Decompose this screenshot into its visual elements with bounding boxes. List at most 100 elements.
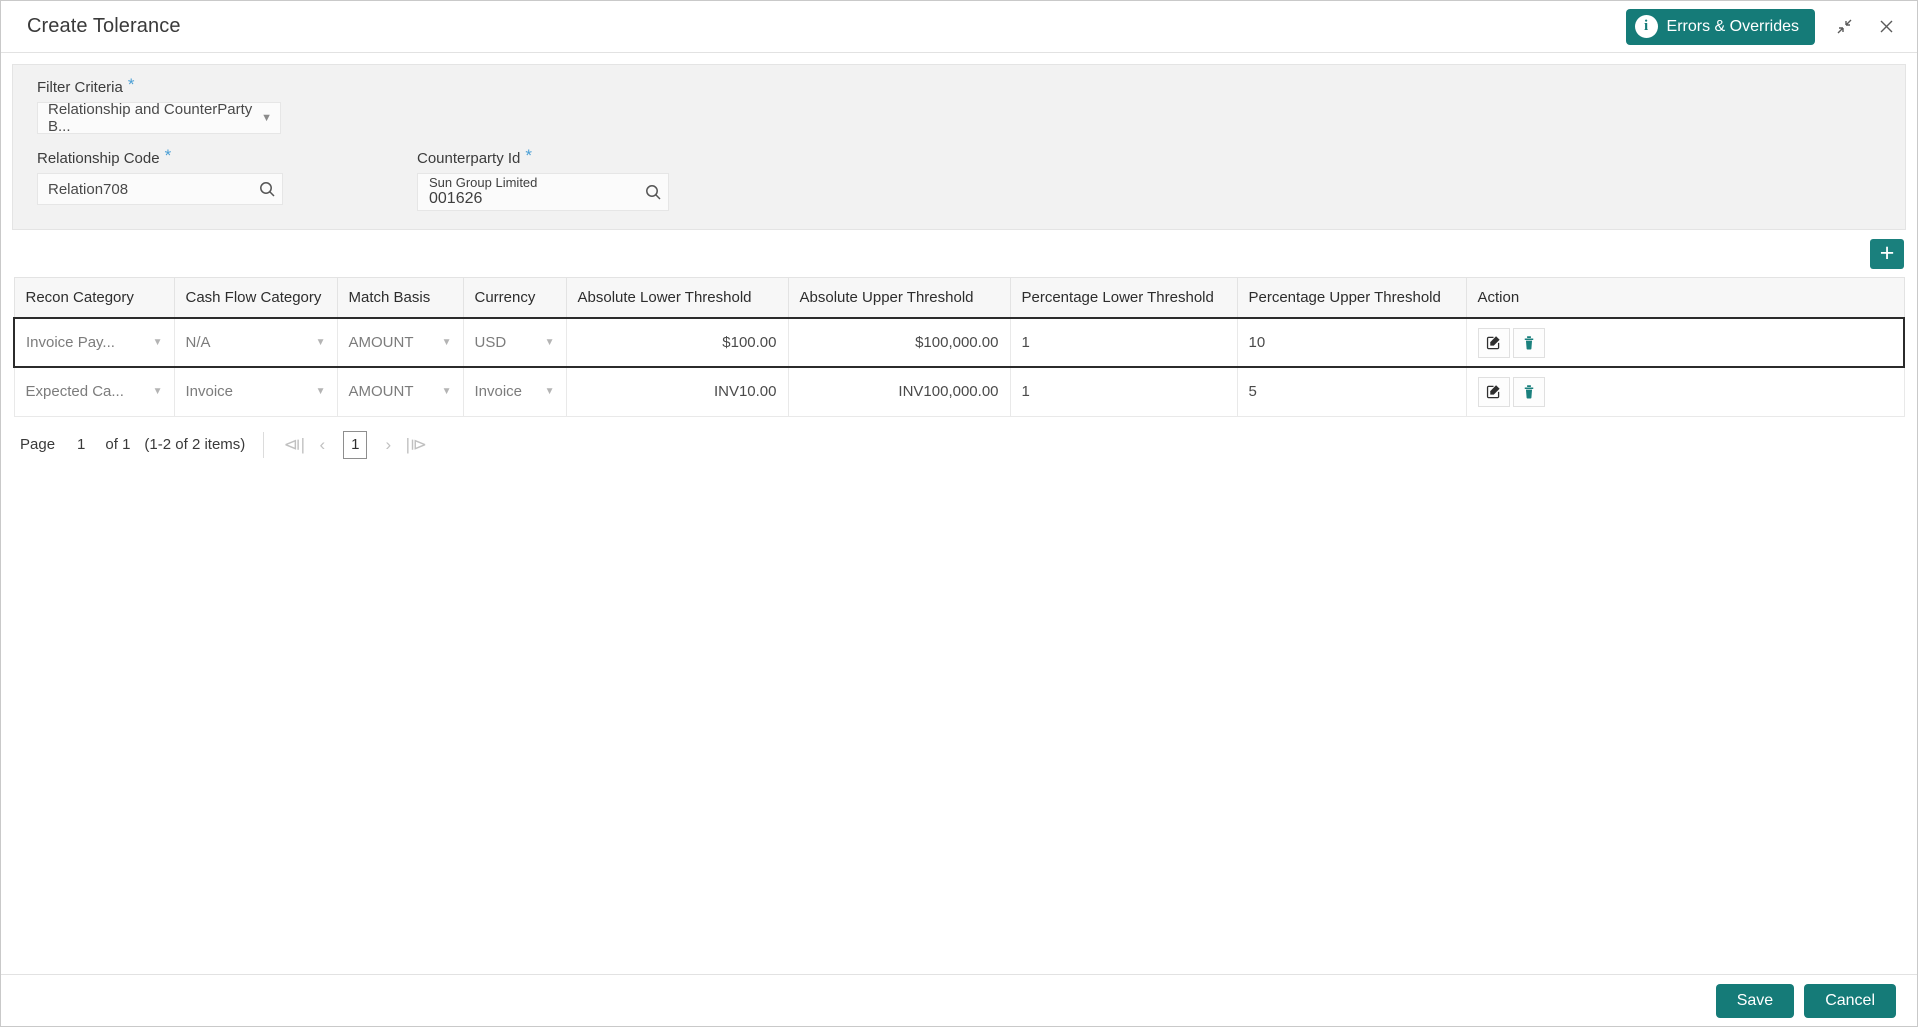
cell-currency[interactable]: USD ▼: [463, 317, 567, 368]
cell-action: [1466, 317, 1905, 368]
cell-recon-category[interactable]: Invoice Pay... ▼: [13, 317, 175, 368]
cell-match-basis[interactable]: AMOUNT ▼: [337, 366, 464, 417]
delete-row-button[interactable]: [1512, 327, 1545, 358]
counterparty-name: Sun Group Limited: [429, 175, 538, 191]
pagination-divider: [263, 431, 265, 458]
collapse-icon[interactable]: [1831, 14, 1857, 40]
chevron-down-icon: ▼: [315, 386, 326, 398]
search-icon[interactable]: [258, 180, 276, 198]
counterparty-id-value: 001626: [429, 189, 483, 207]
required-asterisk: *: [164, 146, 172, 165]
cancel-button[interactable]: Cancel: [1804, 983, 1896, 1018]
cell-currency[interactable]: Invoice ▼: [463, 366, 567, 417]
dialog-footer: Save Cancel: [1, 974, 1917, 1026]
first-page-button[interactable]: ⧏|: [280, 431, 308, 459]
cash-flow-category-value: N/A: [185, 334, 211, 351]
previous-page-button[interactable]: ‹: [308, 431, 336, 459]
col-percentage-upper-threshold: Percentage Upper Threshold: [1237, 277, 1467, 319]
filter-criteria-select[interactable]: Relationship and CounterParty B... ▼: [37, 101, 281, 135]
cell-cash-flow-category[interactable]: Invoice ▼: [174, 366, 338, 417]
match-basis-select[interactable]: AMOUNT ▼: [349, 319, 452, 366]
pagination: Page 1 of 1 (1-2 of 2 items) ⧏| ‹ 1 › |⧐: [1, 417, 1917, 459]
cell-absolute-upper-threshold[interactable]: INV100,000.00: [788, 366, 1011, 417]
filter-criteria-panel: Filter Criteria * Relationship and Count…: [12, 64, 1906, 230]
table-row[interactable]: Expected Ca... ▼ Invoice ▼ AMOUNT ▼ Invo…: [13, 366, 1905, 417]
required-asterisk: *: [525, 146, 533, 165]
cell-percentage-upper-threshold[interactable]: 5: [1237, 366, 1467, 417]
cell-absolute-lower-threshold[interactable]: INV10.00: [566, 366, 789, 417]
cash-flow-category-select[interactable]: Invoice ▼: [186, 368, 326, 416]
page-title: Create Tolerance: [27, 15, 181, 37]
counterparty-id-input[interactable]: Sun Group Limited 001626: [417, 173, 669, 211]
filter-criteria-value: Relationship and CounterParty B...: [48, 101, 253, 135]
chevron-down-icon: ▼: [152, 386, 163, 398]
currency-value: Invoice: [474, 383, 523, 401]
cell-absolute-upper-threshold[interactable]: $100,000.00: [788, 317, 1011, 368]
save-button[interactable]: Save: [1715, 983, 1795, 1018]
recon-category-value: Expected Ca...: [25, 383, 124, 401]
titlebar-actions: i Errors & Overrides: [1625, 8, 1899, 45]
edit-row-button[interactable]: [1477, 376, 1510, 407]
add-row-button[interactable]: +: [1870, 239, 1904, 269]
grid-toolbar: +: [1, 230, 1917, 277]
filter-criteria-label: Filter Criteria *: [37, 76, 1905, 96]
next-page-button[interactable]: ›: [374, 431, 402, 459]
cell-action: [1466, 366, 1905, 417]
match-basis-value: AMOUNT: [348, 383, 414, 401]
recon-category-select[interactable]: Expected Ca... ▼: [26, 368, 163, 416]
cell-absolute-lower-threshold[interactable]: $100.00: [566, 317, 789, 368]
recon-category-select[interactable]: Invoice Pay... ▼: [26, 319, 163, 366]
cash-flow-category-select[interactable]: N/A ▼: [186, 319, 326, 366]
edit-row-button[interactable]: [1477, 327, 1510, 358]
filter-fields-row: Relationship Code * Relation708 Counterp…: [37, 146, 1905, 211]
chevron-down-icon: ▼: [152, 337, 163, 348]
cell-percentage-upper-threshold[interactable]: 10: [1237, 317, 1467, 368]
relationship-code-label-text: Relationship Code: [37, 150, 160, 167]
counterparty-id-field: Counterparty Id * Sun Group Limited 0016…: [417, 146, 817, 211]
delete-row-button[interactable]: [1512, 376, 1545, 407]
cell-percentage-lower-threshold[interactable]: 1: [1010, 317, 1238, 368]
col-action: Action: [1466, 277, 1905, 319]
current-page-button[interactable]: 1: [343, 430, 368, 459]
relationship-code-input[interactable]: Relation708: [37, 173, 283, 205]
filter-criteria-label-text: Filter Criteria: [37, 79, 123, 96]
row-actions: [1477, 327, 1893, 358]
last-page-button[interactable]: |⧐: [402, 431, 430, 459]
info-icon: i: [1634, 15, 1658, 38]
dialog-titlebar: Create Tolerance i Errors & Overrides: [1, 1, 1917, 53]
chevron-down-icon: ▼: [261, 112, 272, 124]
match-basis-value: AMOUNT: [348, 334, 414, 351]
page-label: Page: [20, 436, 56, 453]
col-absolute-upper-threshold: Absolute Upper Threshold: [788, 277, 1011, 319]
chevron-down-icon: ▼: [441, 386, 452, 398]
chevron-down-icon: ▼: [315, 337, 326, 348]
errors-and-overrides-button[interactable]: i Errors & Overrides: [1625, 8, 1815, 45]
chevron-down-icon: ▼: [544, 386, 555, 398]
cell-cash-flow-category[interactable]: N/A ▼: [174, 317, 338, 368]
col-absolute-lower-threshold: Absolute Lower Threshold: [566, 277, 789, 319]
page-total: of 1: [105, 436, 131, 453]
relationship-code-field: Relationship Code * Relation708: [37, 146, 417, 211]
col-recon-category: Recon Category: [13, 277, 175, 319]
item-range: (1-2 of 2 items): [144, 436, 246, 453]
col-match-basis: Match Basis: [337, 277, 464, 319]
currency-select[interactable]: Invoice ▼: [475, 368, 555, 416]
cash-flow-category-value: Invoice: [185, 383, 234, 401]
close-icon[interactable]: [1873, 14, 1899, 40]
currency-value: USD: [474, 334, 507, 351]
errors-and-overrides-label: Errors & Overrides: [1666, 17, 1799, 35]
tolerance-grid-container: Recon Category Cash Flow Category Match …: [1, 277, 1917, 417]
match-basis-select[interactable]: AMOUNT ▼: [349, 368, 452, 416]
table-row[interactable]: Invoice Pay... ▼ N/A ▼ AMOUNT ▼ USD ▼ $1…: [13, 317, 1905, 368]
col-currency: Currency: [463, 277, 567, 319]
cell-recon-category[interactable]: Expected Ca... ▼: [13, 366, 175, 417]
chevron-down-icon: ▼: [544, 337, 555, 348]
recon-category-value: Invoice Pay...: [26, 334, 115, 351]
col-cash-flow-category: Cash Flow Category: [174, 277, 338, 319]
currency-select[interactable]: USD ▼: [475, 319, 555, 366]
cell-match-basis[interactable]: AMOUNT ▼: [337, 317, 464, 368]
cell-percentage-lower-threshold[interactable]: 1: [1010, 366, 1238, 417]
grid-header-row: Recon Category Cash Flow Category Match …: [13, 277, 1905, 319]
search-icon[interactable]: [644, 183, 662, 201]
